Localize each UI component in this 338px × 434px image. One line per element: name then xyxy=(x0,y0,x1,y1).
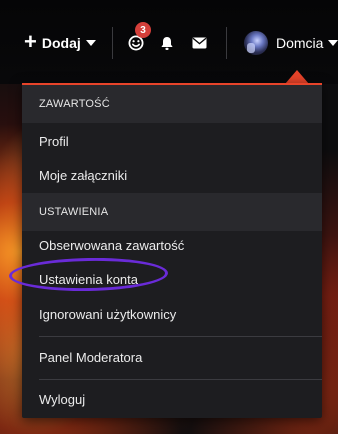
add-button[interactable]: + Dodaj xyxy=(24,30,96,56)
navbar-separator xyxy=(112,27,113,59)
user-dropdown-menu: ZAWARTOŚĆ Profil Moje załączniki USTAWIE… xyxy=(22,83,322,418)
menu-item-logout[interactable]: Wyloguj xyxy=(22,383,322,415)
caret-down-icon xyxy=(328,40,338,46)
notification-badge: 3 xyxy=(135,22,151,38)
user-name: Domcia xyxy=(276,35,324,51)
menu-divider xyxy=(39,336,322,337)
section-header-content: ZAWARTOŚĆ xyxy=(22,85,322,123)
menu-item-ignored-users[interactable]: Ignorowani użytkownicy xyxy=(22,298,322,330)
notifications-button[interactable] xyxy=(158,31,176,55)
menu-item-profile[interactable]: Profil xyxy=(22,125,322,157)
menu-item-moderator-panel[interactable]: Panel Moderatora xyxy=(22,341,322,373)
navbar-separator xyxy=(226,27,227,59)
envelope-icon xyxy=(192,37,206,49)
caret-down-icon xyxy=(85,40,96,46)
avatar xyxy=(244,31,268,55)
dropdown-pointer xyxy=(285,70,309,84)
menu-item-watched-content[interactable]: Obserwowana zawartość xyxy=(22,229,322,261)
messages-button[interactable] xyxy=(189,31,209,55)
plus-icon: + xyxy=(24,29,37,54)
screen: + Dodaj 3 Domcia ZAWARTOŚĆ Profil Moje z… xyxy=(0,0,338,434)
section-header-settings: USTAWIENIA xyxy=(22,193,322,231)
user-menu-button[interactable]: Domcia xyxy=(244,28,338,58)
menu-divider xyxy=(39,379,322,380)
menu-item-attachments[interactable]: Moje załączniki xyxy=(22,159,322,191)
add-button-label: Dodaj xyxy=(41,35,81,51)
bell-icon xyxy=(161,36,173,50)
